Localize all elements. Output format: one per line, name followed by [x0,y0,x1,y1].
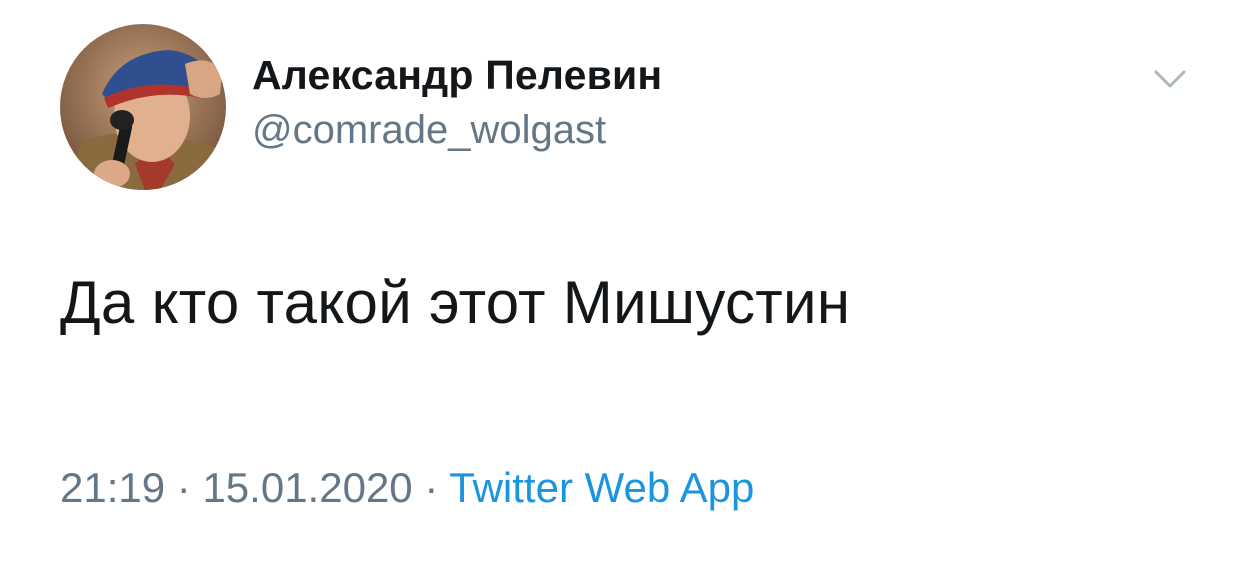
tweet-time[interactable]: 21:19 [60,464,165,511]
tweet-card: Александр Пелевин @comrade_wolgast Да кт… [0,0,1242,561]
meta-separator: · [176,464,191,511]
author-name[interactable]: Александр Пелевин [252,52,662,99]
tweet-meta: 21:19 · 15.01.2020 · Twitter Web App [60,464,754,512]
meta-separator: · [424,464,439,511]
author-handle[interactable]: @comrade_wolgast [252,108,606,153]
tweet-text: Да кто такой этот Мишустин [60,269,851,336]
chevron-down-icon[interactable] [1150,66,1190,94]
tweet-source-link[interactable]: Twitter Web App [449,464,754,511]
avatar-image [60,24,226,190]
tweet-date[interactable]: 15.01.2020 [202,464,412,511]
avatar[interactable] [60,24,226,190]
